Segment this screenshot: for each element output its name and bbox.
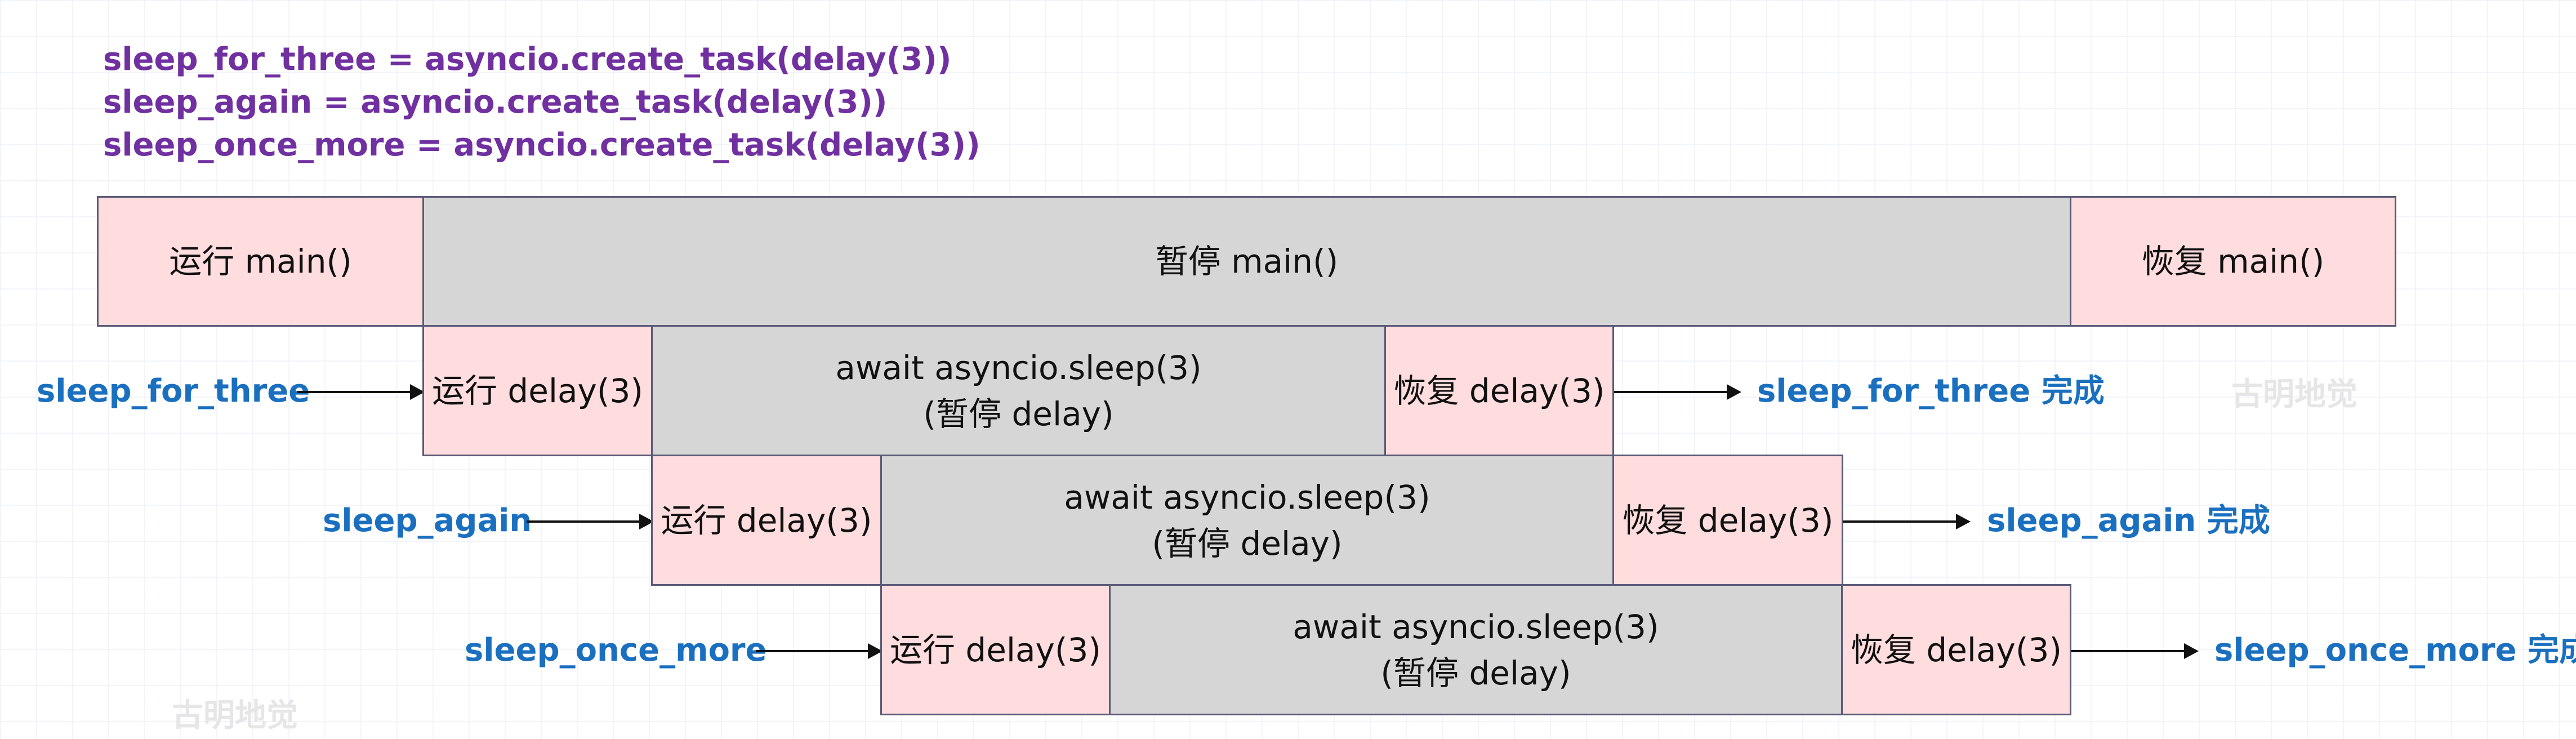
task-label-sleep-once-more: sleep_once_more — [465, 632, 767, 669]
arrow-in-icon — [527, 514, 654, 529]
main-pause-box: 暂停 main() — [422, 196, 2071, 327]
code-line: sleep_once_more = asyncio.create_task(de… — [103, 127, 981, 163]
task2-resume-text: 恢复 delay(3) — [1622, 501, 1834, 540]
code-block: sleep_for_three = asyncio.create_task(de… — [103, 38, 981, 167]
task2-resume-box: 恢复 delay(3) — [1612, 455, 1843, 586]
main-resume-box: 恢复 main() — [2070, 196, 2396, 327]
code-line: sleep_for_three = asyncio.create_task(de… — [103, 41, 952, 78]
main-resume-text: 恢复 main() — [2141, 242, 2325, 281]
task-label-sleep-again: sleep_again — [323, 502, 532, 539]
main-run-box: 运行 main() — [97, 196, 424, 327]
task3-resume-box: 恢复 delay(3) — [1841, 584, 2071, 715]
task2-await-line1: await asyncio.sleep(3) — [1064, 478, 1430, 517]
task-done-sleep-for-three: sleep_for_three 完成 — [1757, 373, 2105, 409]
task-done-sleep-once-more: sleep_once_more 完成 — [2214, 632, 2576, 669]
task2-await-box: await asyncio.sleep(3) (暂停 delay) — [880, 455, 1614, 586]
main-run-text: 运行 main() — [169, 242, 352, 281]
task1-await-box: await asyncio.sleep(3) (暂停 delay) — [651, 325, 1386, 456]
task3-run-text: 运行 delay(3) — [889, 630, 1102, 669]
code-line: sleep_again = asyncio.create_task(delay(… — [103, 84, 888, 121]
task1-resume-text: 恢复 delay(3) — [1393, 371, 1605, 410]
arrow-out-icon — [2071, 643, 2199, 659]
task3-await-line2: (暂停 delay) — [1380, 653, 1571, 692]
main-pause-text: 暂停 main() — [1155, 242, 1339, 281]
task-label-sleep-for-three: sleep_for_three — [37, 373, 310, 409]
task1-resume-box: 恢复 delay(3) — [1384, 325, 1614, 456]
task3-await-box: await asyncio.sleep(3) (暂停 delay) — [1109, 584, 1843, 715]
watermark: 古明地觉 — [2231, 376, 2357, 413]
task3-resume-text: 恢复 delay(3) — [1850, 630, 2062, 669]
arrow-in-icon — [297, 384, 425, 400]
arrow-out-icon — [1614, 384, 1741, 400]
task-done-sleep-again: sleep_again 完成 — [1987, 502, 2270, 539]
task1-await-line1: await asyncio.sleep(3) — [835, 348, 1202, 387]
task1-await-line2: (暂停 delay) — [923, 394, 1114, 433]
task1-run-box: 运行 delay(3) — [422, 325, 653, 456]
arrow-in-icon — [756, 643, 883, 659]
task2-await-line2: (暂停 delay) — [1152, 524, 1343, 563]
watermark: 古明地觉 — [172, 697, 298, 734]
task3-run-box: 运行 delay(3) — [880, 584, 1111, 715]
arrow-out-icon — [1843, 514, 1971, 529]
task2-run-text: 运行 delay(3) — [661, 501, 872, 540]
task2-run-box: 运行 delay(3) — [651, 455, 882, 586]
task3-await-line1: await asyncio.sleep(3) — [1293, 607, 1659, 646]
task1-run-text: 运行 delay(3) — [431, 371, 644, 410]
